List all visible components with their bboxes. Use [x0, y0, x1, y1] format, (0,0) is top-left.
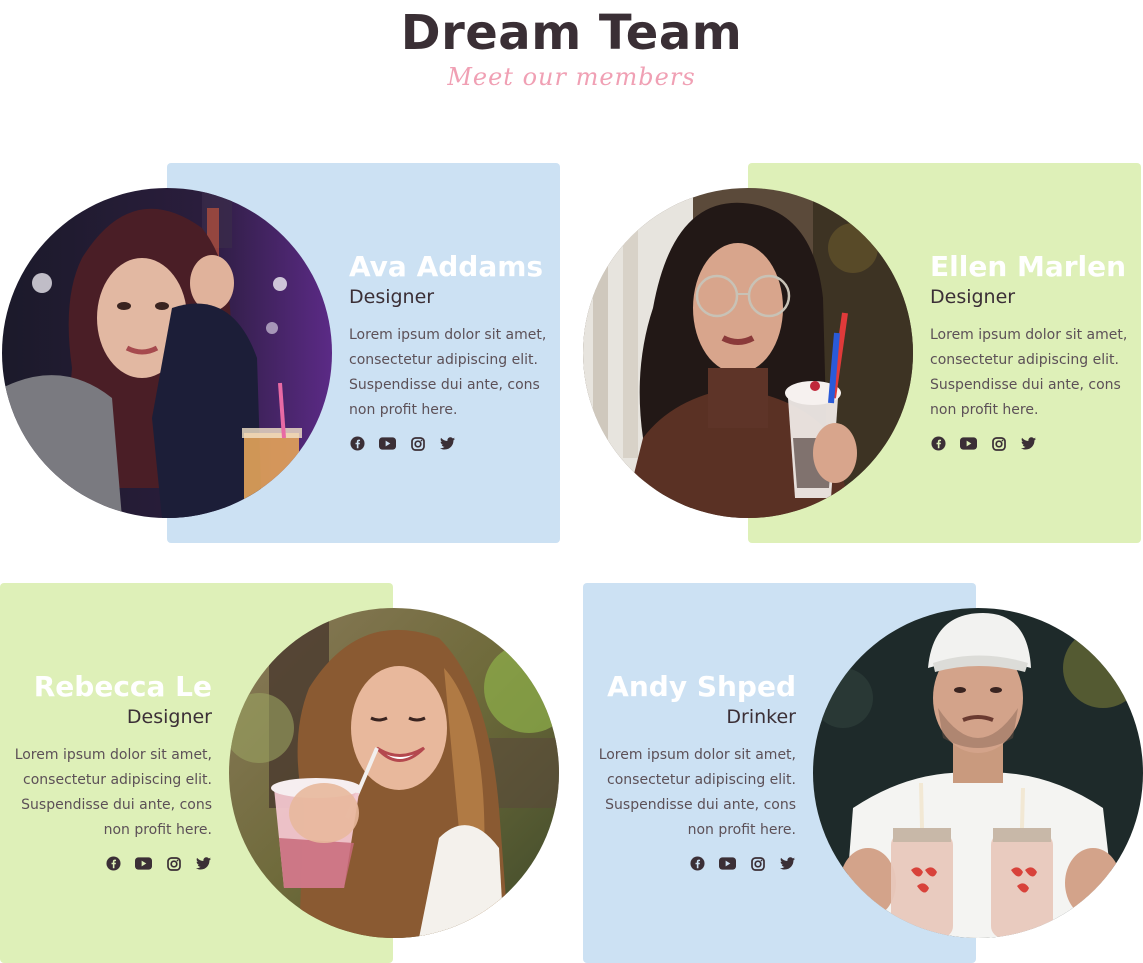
social-links	[930, 435, 1130, 452]
facebook-icon[interactable]	[105, 855, 122, 872]
member-photo	[583, 188, 913, 518]
instagram-icon[interactable]	[990, 435, 1007, 452]
member-photo	[2, 188, 332, 518]
facebook-icon[interactable]	[930, 435, 947, 452]
member-description: Lorem ipsum dolor sit amet, consectetur …	[930, 327, 1128, 418]
member-info: Rebecca Le Designer Lorem ipsum dolor si…	[12, 670, 212, 872]
member-role: Drinker	[726, 706, 796, 728]
instagram-icon[interactable]	[165, 855, 182, 872]
page-title: Dream Team	[400, 5, 743, 61]
twitter-icon[interactable]	[195, 855, 212, 872]
member-role: Designer	[349, 286, 435, 308]
youtube-icon[interactable]	[719, 855, 736, 872]
member-description: Lorem ipsum dolor sit amet, consectetur …	[14, 747, 212, 838]
twitter-icon[interactable]	[439, 435, 456, 452]
member-description: Lorem ipsum dolor sit amet, consectetur …	[598, 747, 796, 838]
instagram-icon[interactable]	[749, 855, 766, 872]
youtube-icon[interactable]	[379, 435, 396, 452]
instagram-icon[interactable]	[409, 435, 426, 452]
member-name: Ava Addams	[349, 250, 544, 283]
member-name: Ellen Marlen	[930, 250, 1127, 283]
member-photo	[813, 608, 1143, 938]
member-info: Andy Shped Drinker Lorem ipsum dolor sit…	[596, 670, 796, 872]
member-role: Designer	[930, 286, 1016, 308]
youtube-icon[interactable]	[135, 855, 152, 872]
twitter-icon[interactable]	[779, 855, 796, 872]
facebook-icon[interactable]	[689, 855, 706, 872]
member-name: Andy Shped	[607, 670, 796, 703]
social-links	[12, 855, 212, 872]
member-info: Ava Addams Designer Lorem ipsum dolor si…	[349, 250, 549, 452]
social-links	[596, 855, 796, 872]
facebook-icon[interactable]	[349, 435, 366, 452]
member-info: Ellen Marlen Designer Lorem ipsum dolor …	[930, 250, 1130, 452]
page-subtitle: Meet our members	[447, 63, 696, 91]
youtube-icon[interactable]	[960, 435, 977, 452]
twitter-icon[interactable]	[1020, 435, 1037, 452]
member-role: Designer	[126, 706, 212, 728]
member-name: Rebecca Le	[33, 670, 212, 703]
member-photo	[229, 608, 559, 938]
social-links	[349, 435, 549, 452]
member-description: Lorem ipsum dolor sit amet, consectetur …	[349, 327, 547, 418]
